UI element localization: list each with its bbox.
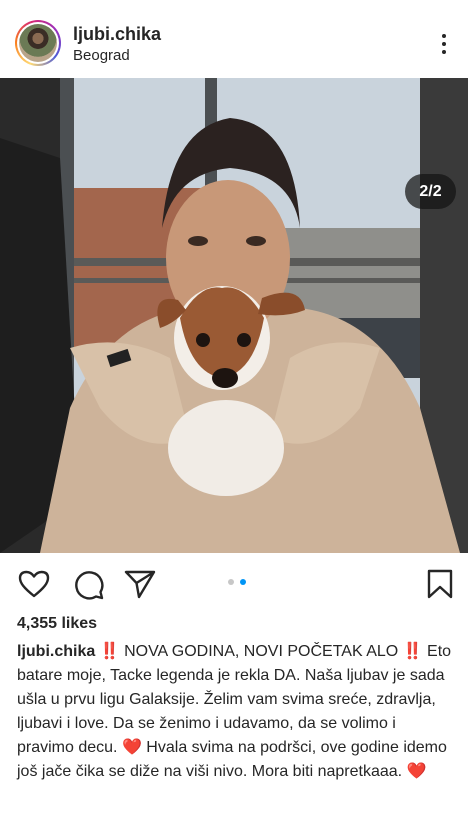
likes-count[interactable]: 4,355 likes <box>17 615 97 633</box>
carousel-dots <box>226 578 250 586</box>
more-options-button[interactable] <box>436 32 452 56</box>
heart-icon[interactable] <box>18 568 50 600</box>
photo-illustration <box>0 78 468 553</box>
caption-headline: ‼️ NOVA GODINA, NOVI POČETAK ALO ‼️ <box>99 643 423 660</box>
location[interactable]: Beograd <box>73 47 130 64</box>
post-image[interactable]: 2/2 <box>0 78 468 553</box>
carousel-counter: 2/2 <box>405 174 456 209</box>
action-bar <box>0 553 468 613</box>
share-icon[interactable] <box>124 568 156 600</box>
caption: ljubi.chika ‼️ NOVA GODINA, NOVI POČETAK… <box>17 640 457 784</box>
caption-username[interactable]: ljubi.chika <box>17 643 95 660</box>
bookmark-icon[interactable] <box>424 568 456 600</box>
carousel-dot-1 <box>228 579 234 585</box>
post-header: ljubi.chika Beograd <box>0 0 468 78</box>
avatar[interactable] <box>19 24 57 62</box>
avatar-border <box>17 22 59 64</box>
comment-icon[interactable] <box>72 568 104 600</box>
caption-body: Eto batare moje, Tacke legenda je rekla … <box>17 643 452 780</box>
story-ring[interactable] <box>15 20 61 66</box>
carousel-dot-2 <box>240 579 246 585</box>
username[interactable]: ljubi.chika <box>73 24 161 45</box>
